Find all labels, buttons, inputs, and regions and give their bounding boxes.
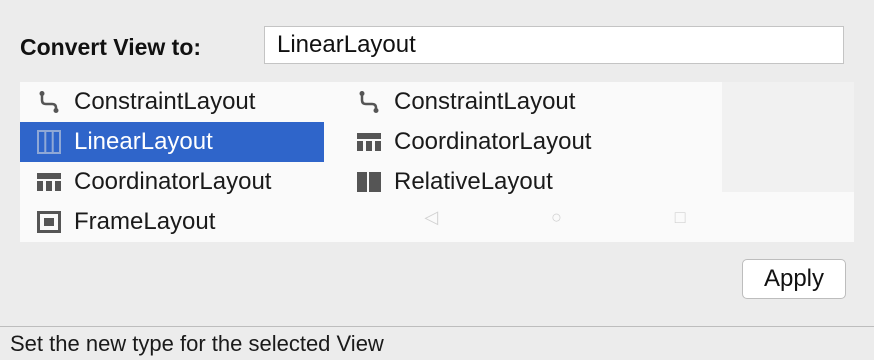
status-text: Set the new type for the selected View	[10, 330, 384, 356]
list-item-frame-layout[interactable]: FrameLayout	[20, 202, 324, 242]
list-item-label: LinearLayout	[74, 128, 213, 155]
nav-back-icon: ◁	[424, 206, 439, 227]
list-item-label: FrameLayout	[74, 208, 216, 235]
convert-view-label-row: Convert View to:	[20, 26, 201, 68]
layout-list-right-column: ConstraintLayout CoordinatorLayout Relat…	[340, 82, 700, 202]
apply-button[interactable]: Apply	[742, 259, 846, 299]
list-item-linear-layout[interactable]: LinearLayout	[20, 122, 324, 162]
coordinator-layout-icon	[356, 129, 382, 155]
list-item-constraint-layout[interactable]: ConstraintLayout	[340, 82, 700, 122]
coordinator-layout-icon	[36, 169, 62, 195]
list-item-label: CoordinatorLayout	[394, 128, 592, 155]
convert-view-label: Convert View to:	[20, 33, 202, 60]
list-item-relative-layout[interactable]: RelativeLayout	[340, 162, 700, 202]
list-item-label: CoordinatorLayout	[74, 168, 272, 195]
linear-layout-icon	[36, 129, 62, 155]
device-preview-background	[722, 82, 854, 192]
list-item-label: ConstraintLayout	[74, 88, 256, 115]
constraint-layout-icon	[36, 89, 62, 115]
list-item-coordinator-layout[interactable]: CoordinatorLayout	[340, 122, 700, 162]
list-item-label: RelativeLayout	[394, 168, 553, 195]
status-bar: Set the new type for the selected View	[0, 326, 874, 360]
relative-layout-icon	[356, 169, 382, 195]
list-item-coordinator-layout[interactable]: CoordinatorLayout	[20, 162, 324, 202]
view-type-input[interactable]	[264, 26, 844, 64]
layout-type-list: ◁ ○ □ ConstraintLayout LinearLayout Coor…	[20, 82, 854, 242]
list-item-constraint-layout[interactable]: ConstraintLayout	[20, 82, 324, 122]
nav-recents-icon: □	[674, 206, 686, 227]
constraint-layout-icon	[356, 89, 382, 115]
list-item-label: ConstraintLayout	[394, 88, 576, 115]
nav-home-icon: ○	[551, 206, 562, 227]
frame-layout-icon	[36, 209, 62, 235]
layout-list-left-column: ConstraintLayout LinearLayout Coordinato…	[20, 82, 324, 242]
